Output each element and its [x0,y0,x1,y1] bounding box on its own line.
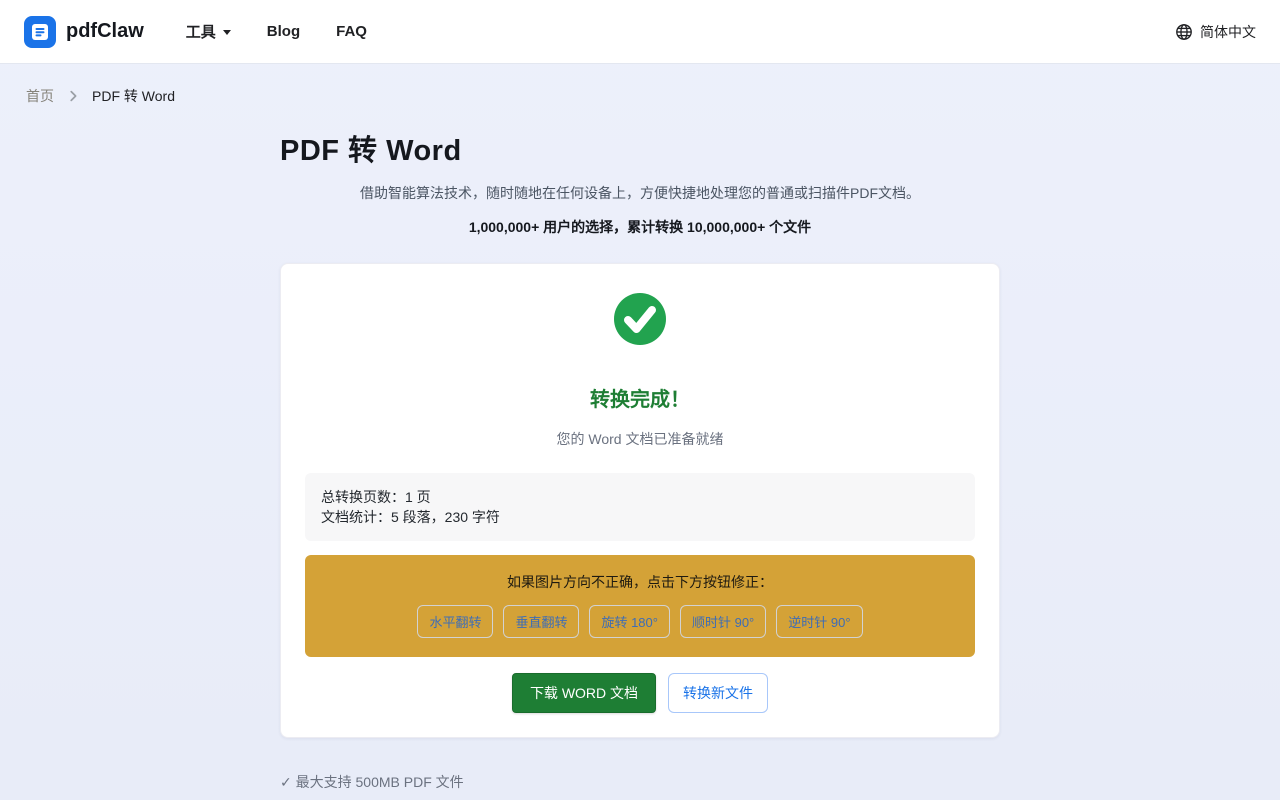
nav-item-tools-label: 工具 [186,21,216,42]
nav-item-blog-label: Blog [267,23,300,40]
usage-stats-line: 1,000,000+ 用户的选择，累计转换 10,000,000+ 个文件 [280,217,1000,237]
nav-item-blog[interactable]: Blog [267,23,300,40]
flip-vertical-button[interactable]: 垂直翻转 [503,605,579,638]
brand-logo[interactable]: pdfClaw [24,16,144,48]
conversion-stats-box: 总转换页数：1 页 文档统计：5 段落，230 字符 [305,473,975,541]
status-subtitle: 您的 Word 文档已准备就绪 [305,429,975,449]
check-circle-icon [614,293,666,345]
download-word-button[interactable]: 下载 WORD 文档 [512,673,656,713]
stat-document: 文档统计：5 段落，230 字符 [321,507,959,527]
main-nav: 工具 Blog FAQ [186,21,367,42]
chevron-down-icon [223,30,231,35]
language-selector[interactable]: 简体中文 [1175,22,1256,42]
rotate-clockwise-90-button[interactable]: 顺时针 90° [680,605,766,638]
page-title: PDF 转 Word [280,127,1000,169]
status-title: 转换完成！ [305,383,975,412]
nav-item-faq-label: FAQ [336,23,367,40]
orientation-buttons-row: 水平翻转 垂直翻转 旋转 180° 顺时针 90° 逆时针 90° [321,605,959,638]
conversion-result-card: 转换完成！ 您的 Word 文档已准备就绪 总转换页数：1 页 文档统计：5 段… [280,263,1000,738]
action-buttons-row: 下载 WORD 文档 转换新文件 [305,673,975,713]
stat-pages: 总转换页数：1 页 [321,487,959,507]
breadcrumb-home-link[interactable]: 首页 [26,86,54,106]
breadcrumb: 首页 PDF 转 Word [0,64,1280,106]
page-subtitle: 借助智能算法技术，随时随地在任何设备上，方便快捷地处理您的普通或扫描件PDF文档… [280,183,1000,203]
rotate-180-button[interactable]: 旋转 180° [589,605,670,638]
convert-new-file-button[interactable]: 转换新文件 [668,673,768,713]
breadcrumb-current: PDF 转 Word [92,86,175,106]
nav-item-tools[interactable]: 工具 [186,21,231,42]
orientation-hint: 如果图片方向不正确，点击下方按钮修正： [321,572,959,592]
globe-icon [1175,23,1193,41]
nav-item-faq[interactable]: FAQ [336,23,367,40]
header: pdfClaw 工具 Blog FAQ 简体中文 [0,0,1280,64]
flip-horizontal-button[interactable]: 水平翻转 [417,605,493,638]
rotate-counterclockwise-90-button[interactable]: 逆时针 90° [776,605,862,638]
document-icon [24,16,56,48]
brand-name: pdfClaw [66,20,144,43]
chevron-right-icon [66,89,80,103]
orientation-correction-box: 如果图片方向不正确，点击下方按钮修正： 水平翻转 垂直翻转 旋转 180° 顺时… [305,555,975,657]
file-size-limit-note: ✓ 最大支持 500MB PDF 文件 [280,772,1000,792]
main-content: PDF 转 Word 借助智能算法技术，随时随地在任何设备上，方便快捷地处理您的… [280,127,1000,792]
language-label: 简体中文 [1200,22,1256,42]
